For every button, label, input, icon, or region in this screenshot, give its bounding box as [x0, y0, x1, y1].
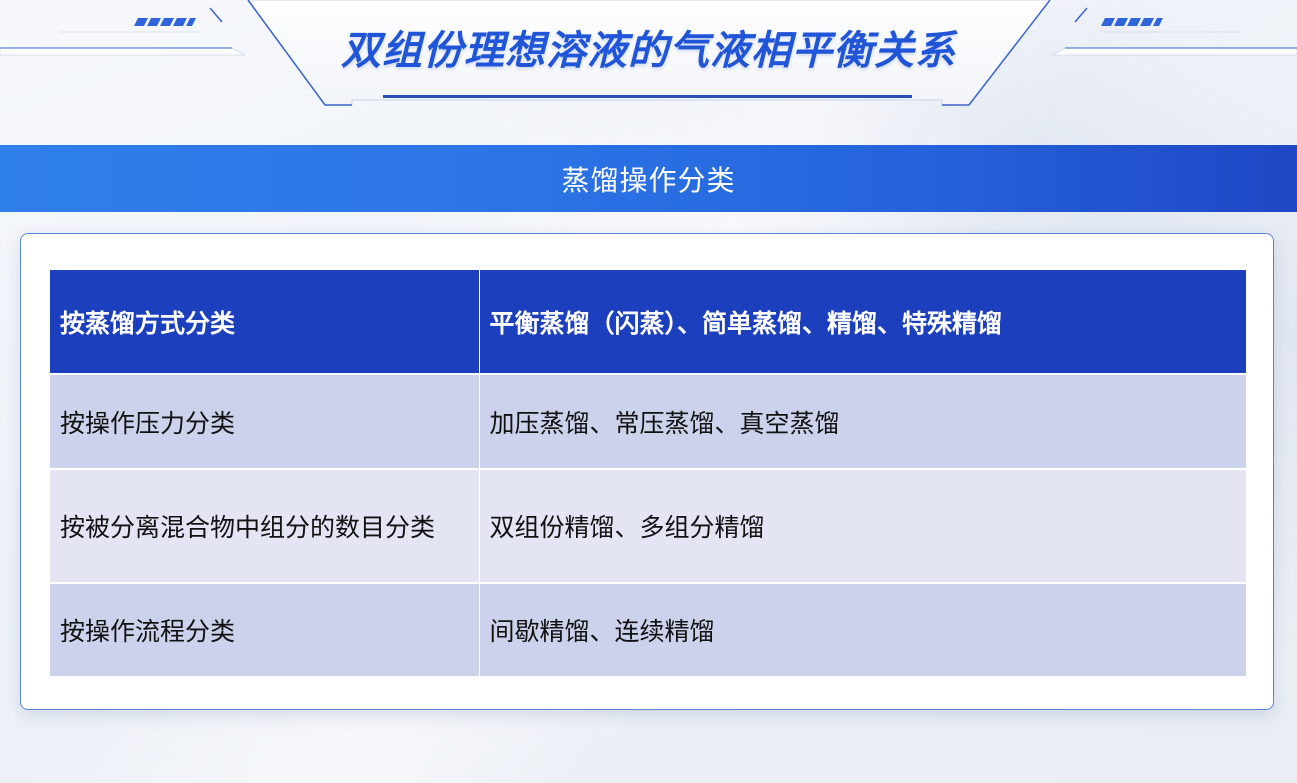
row-types-cell: 双组份精馏、多组分精馏	[478, 468, 1246, 583]
row-types-cell: 间歇精馏、连续精馏	[478, 582, 1246, 676]
header-category-cell: 按蒸馏方式分类	[50, 270, 479, 374]
row-category-cell: 按被分离混合物中组分的数目分类	[50, 468, 479, 583]
section-title: 蒸馏操作分类	[561, 163, 736, 197]
table-row: 按操作流程分类 间歇精馏、连续精馏	[50, 582, 1246, 676]
table-row: 按被分离混合物中组分的数目分类 双组份精馏、多组分精馏	[50, 468, 1246, 583]
table-card: 按蒸馏方式分类 平衡蒸馏（闪蒸）、简单蒸馏、精馏、特殊精馏 按操作压力分类 加压…	[20, 233, 1274, 710]
page-title: 双组份理想溶液的气液相平衡关系	[341, 28, 956, 74]
classification-table: 按蒸馏方式分类 平衡蒸馏（闪蒸）、简单蒸馏、精馏、特殊精馏 按操作压力分类 加压…	[50, 270, 1246, 676]
section-banner: 蒸馏操作分类	[0, 145, 1297, 212]
table-row: 按操作压力分类 加压蒸馏、常压蒸馏、真空蒸馏	[50, 373, 1246, 469]
header-frame: 双组份理想溶液的气液相平衡关系	[0, 0, 1297, 140]
table-header-row: 按蒸馏方式分类 平衡蒸馏（闪蒸）、简单蒸馏、精馏、特殊精馏	[50, 270, 1246, 374]
row-types-cell: 加压蒸馏、常压蒸馏、真空蒸馏	[478, 373, 1246, 469]
header-types-cell: 平衡蒸馏（闪蒸）、简单蒸馏、精馏、特殊精馏	[478, 270, 1246, 374]
row-category-cell: 按操作流程分类	[50, 582, 479, 676]
row-category-cell: 按操作压力分类	[50, 373, 479, 469]
